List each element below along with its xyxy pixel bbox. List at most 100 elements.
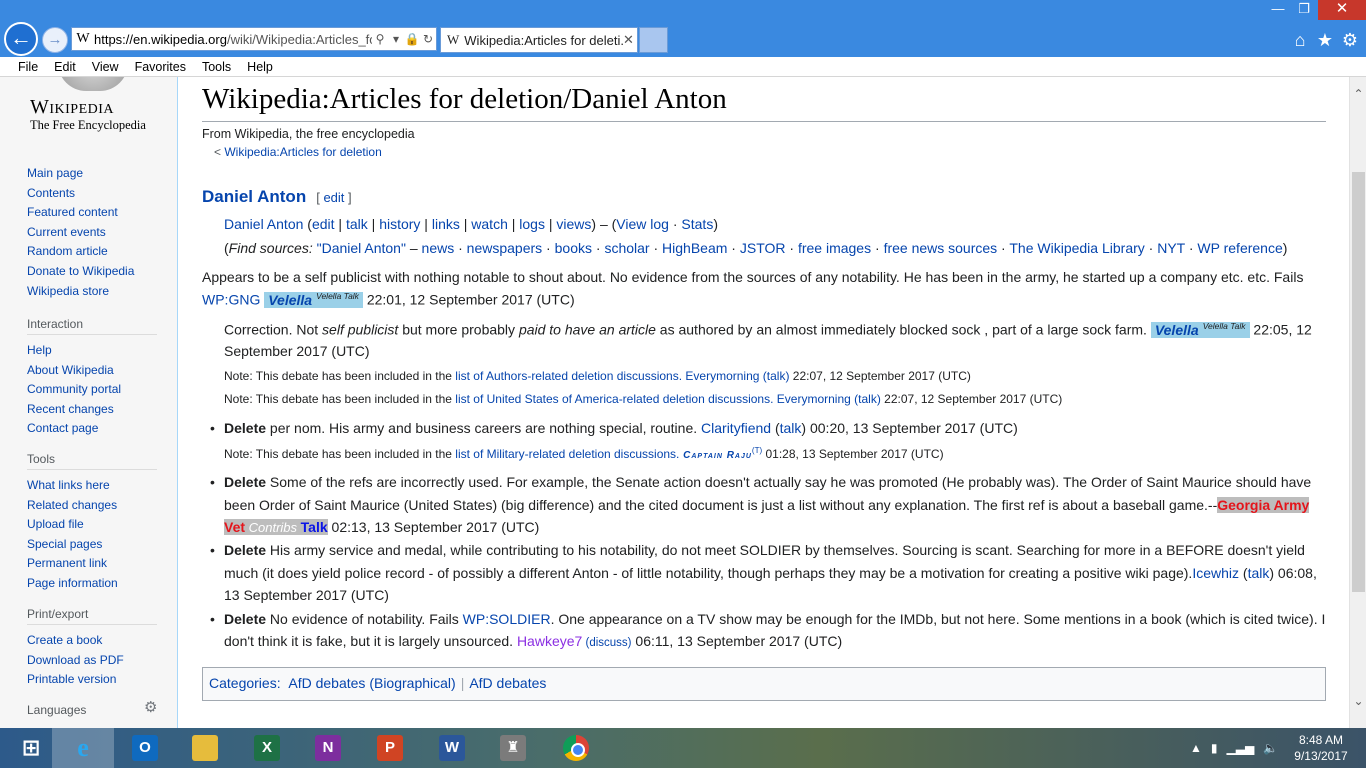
find-jstor[interactable]: JSTOR xyxy=(740,240,786,256)
georgia-army-vet-signature[interactable]: Vet Contribs Talk xyxy=(224,519,328,535)
tray-expand-icon[interactable]: ▲ xyxy=(1190,741,1202,755)
category-link[interactable]: AfD debates xyxy=(469,675,546,691)
address-bar[interactable]: W https://en.wikipedia.org/wiki/Wikipedi… xyxy=(71,27,437,51)
logs-link[interactable]: logs xyxy=(519,216,545,232)
views-link[interactable]: views xyxy=(556,216,591,232)
sidebar-item-community[interactable]: Community portal xyxy=(27,380,157,400)
menu-edit[interactable]: Edit xyxy=(46,60,84,74)
sidebar-item-upload[interactable]: Upload file xyxy=(27,515,157,535)
sidebar-item-contact[interactable]: Contact page xyxy=(27,419,157,439)
wikipedia-globe-logo[interactable] xyxy=(58,77,128,91)
taskbar-word[interactable]: W xyxy=(421,728,483,768)
breadcrumb-link[interactable]: Wikipedia:Articles for deletion xyxy=(224,145,381,159)
vertical-scrollbar[interactable]: ⌃ ⌄ xyxy=(1349,77,1366,728)
find-books[interactable]: books xyxy=(555,240,592,256)
velella-signature[interactable]: Velella Velella Talk xyxy=(264,291,363,308)
new-tab-button[interactable] xyxy=(639,27,668,53)
sidebar-item-related-changes[interactable]: Related changes xyxy=(27,496,157,516)
find-free-images[interactable]: free images xyxy=(798,240,871,256)
taskbar-outlook[interactable]: O xyxy=(114,728,176,768)
find-scholar[interactable]: scholar xyxy=(604,240,649,256)
user-talk-link[interactable]: talk xyxy=(780,420,802,436)
language-settings-gear-icon[interactable]: ⚙ xyxy=(144,698,157,716)
history-link[interactable]: history xyxy=(379,216,420,232)
volume-icon[interactable]: 🔈 xyxy=(1263,741,1278,755)
sidebar-item-donate[interactable]: Donate to Wikipedia xyxy=(27,262,157,282)
gear-icon[interactable]: ⚙ xyxy=(1339,29,1361,51)
taskbar-file-explorer[interactable] xyxy=(174,728,236,768)
refresh-icon[interactable]: ↻ xyxy=(420,32,436,46)
taskbar-onenote[interactable]: N xyxy=(297,728,359,768)
wp-soldier-link[interactable]: WP:SOLDIER xyxy=(463,611,551,627)
article-link[interactable]: Daniel Anton xyxy=(224,216,303,232)
find-wikipedia-library[interactable]: The Wikipedia Library xyxy=(1009,240,1144,256)
links-link[interactable]: links xyxy=(432,216,460,232)
category-link[interactable]: AfD debates (Biographical) xyxy=(288,675,455,691)
taskbar-chrome[interactable] xyxy=(545,728,607,768)
home-icon[interactable]: ⌂ xyxy=(1289,29,1311,51)
lock-icon[interactable]: 🔒 xyxy=(404,32,420,46)
stats-link[interactable]: Stats xyxy=(681,216,713,232)
signal-icon[interactable]: ▁▃▅ xyxy=(1227,741,1255,755)
scrollbar-thumb[interactable] xyxy=(1352,172,1365,592)
sidebar-item-permanent-link[interactable]: Permanent link xyxy=(27,554,157,574)
sidebar-item-create-book[interactable]: Create a book xyxy=(27,631,157,651)
minimize-button[interactable]: — xyxy=(1264,0,1292,20)
view-log-link[interactable]: View log xyxy=(616,216,669,232)
user-talk-link[interactable]: talk xyxy=(1248,565,1270,581)
talk-link[interactable]: talk xyxy=(346,216,368,232)
categories-label-link[interactable]: Categories: xyxy=(209,675,281,691)
scroll-up-arrow-icon[interactable]: ⌃ xyxy=(1350,87,1366,107)
taskbar-excel[interactable]: X xyxy=(236,728,298,768)
sidebar-item-store[interactable]: Wikipedia store xyxy=(27,282,157,302)
menu-help[interactable]: Help xyxy=(239,60,281,74)
back-button[interactable]: ← xyxy=(4,22,38,56)
velella-signature[interactable]: Velella Velella Talk xyxy=(1150,321,1250,338)
sidebar-item-printable[interactable]: Printable version xyxy=(27,670,157,690)
sidebar-item-about[interactable]: About Wikipedia xyxy=(27,361,157,381)
taskbar-powerpoint[interactable]: P xyxy=(359,728,421,768)
menu-file[interactable]: File xyxy=(10,60,46,74)
captain-raju-signature[interactable]: Captain Raju xyxy=(679,450,752,461)
find-wp-reference[interactable]: WP reference xyxy=(1197,240,1282,256)
usa-deletion-list-link[interactable]: list of United States of America-related… xyxy=(455,392,773,406)
georgia-army-vet-signature[interactable]: Georgia Army xyxy=(1217,497,1310,513)
menu-view[interactable]: View xyxy=(84,60,127,74)
military-deletion-list-link[interactable]: list of Military-related deletion discus… xyxy=(455,447,679,461)
url-text[interactable]: https://en.wikipedia.org/wiki/Wikipedia:… xyxy=(94,32,372,47)
scroll-down-arrow-icon[interactable]: ⌄ xyxy=(1350,694,1366,714)
sidebar-item-random[interactable]: Random article xyxy=(27,242,157,262)
menu-tools[interactable]: Tools xyxy=(194,60,239,74)
sidebar-item-help[interactable]: Help xyxy=(27,341,157,361)
find-free-news[interactable]: free news sources xyxy=(884,240,998,256)
find-nyt[interactable]: NYT xyxy=(1157,240,1185,256)
watch-link[interactable]: watch xyxy=(471,216,508,232)
wp-gng-link[interactable]: WP:GNG xyxy=(202,292,260,308)
sidebar-item-current-events[interactable]: Current events xyxy=(27,223,157,243)
user-talk-link[interactable]: (talk) xyxy=(851,392,881,406)
wikipedia-wordmark[interactable]: Wikipedia xyxy=(30,96,114,119)
find-news[interactable]: news xyxy=(422,240,455,256)
edit-link[interactable]: edit xyxy=(312,216,335,232)
section-edit-link[interactable]: [ edit ] xyxy=(316,190,351,205)
maximize-button[interactable]: ❐ xyxy=(1290,0,1318,20)
star-icon[interactable]: ★ xyxy=(1314,29,1336,51)
sidebar-item-download-pdf[interactable]: Download as PDF xyxy=(27,651,157,671)
close-window-button[interactable]: ✕ xyxy=(1318,0,1366,20)
sidebar-item-main-page[interactable]: Main page xyxy=(27,164,157,184)
sidebar-item-recent-changes[interactable]: Recent changes xyxy=(27,400,157,420)
tab-close-icon[interactable]: ✕ xyxy=(623,32,637,48)
user-link[interactable]: Icewhiz xyxy=(1192,565,1239,581)
user-link[interactable]: Hawkeye7 xyxy=(517,633,582,649)
battery-icon[interactable]: ▮ xyxy=(1211,741,1218,755)
forward-button[interactable]: → xyxy=(42,27,68,53)
sidebar-item-what-links-here[interactable]: What links here xyxy=(27,476,157,496)
authors-deletion-list-link[interactable]: list of Authors-related deletion discuss… xyxy=(455,369,682,383)
user-discuss-link[interactable]: (discuss) xyxy=(582,637,632,649)
find-query-link[interactable]: "Daniel Anton" xyxy=(313,240,406,256)
sidebar-item-page-info[interactable]: Page information xyxy=(27,574,157,594)
menu-favorites[interactable]: Favorites xyxy=(127,60,194,74)
sidebar-item-special-pages[interactable]: Special pages xyxy=(27,535,157,555)
taskbar-app[interactable]: ♜ xyxy=(482,728,544,768)
browser-tab[interactable]: W Wikipedia:Articles for deleti... ✕ xyxy=(440,27,638,53)
